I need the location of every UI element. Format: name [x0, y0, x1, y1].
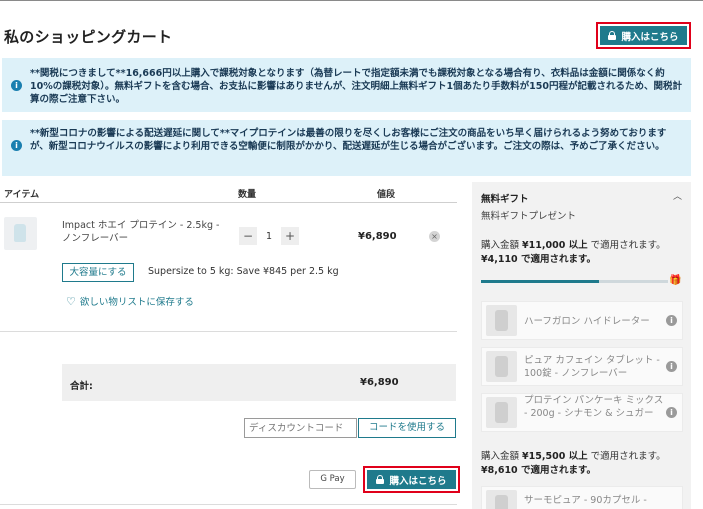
column-header-quantity: 数量 — [238, 190, 257, 200]
gift-thumbnail — [486, 305, 517, 336]
gift-item[interactable]: サーモピュア - 90カプセル - — [481, 486, 683, 509]
info-icon[interactable]: i — [666, 361, 677, 372]
customs-notice: i **関税につきまして**16,666円以上購入で課税対象となります（為替レー… — [2, 58, 691, 112]
gift-tier-2-condition: 購入金額 ¥15,500 以上 で適用されます。 ¥8,610 で適用されます。 — [481, 451, 666, 476]
google-pay-button[interactable]: G Pay — [309, 470, 356, 489]
info-icon[interactable]: i — [666, 407, 677, 418]
quantity-value[interactable]: 1 — [257, 231, 281, 242]
save-to-wishlist-link[interactable]: ♡ 欲しい物リストに保存する — [66, 294, 194, 309]
total-label: 合計: — [70, 381, 93, 392]
remove-item-icon[interactable]: × — [429, 231, 440, 242]
gift-thumbnail — [486, 351, 517, 382]
product-name[interactable]: Impact ホエイ プロテイン - 2.5kg - ノンフレーバー — [62, 219, 222, 245]
covid-notice-text: **新型コロナの影響による配送遅延に関して**マイプロテインは最善の限りを尽くし… — [30, 128, 667, 152]
checkout-button-bottom[interactable]: 購入はこちら — [363, 466, 460, 493]
info-icon: i — [11, 80, 22, 91]
gift-progress-fill — [481, 280, 599, 283]
gift-item-name: ピュア カフェイン タブレット - 100錠 - ノンフレーバー — [524, 355, 660, 379]
gift-tier-1-remaining: ¥4,110 で適用されます。 — [481, 254, 597, 265]
upsize-description: Supersize to 5 kg: Save ¥845 per 2.5 kg — [148, 266, 339, 277]
gift-tier-2-remaining: ¥8,610 で適用されます。 — [481, 465, 597, 476]
apply-discount-button[interactable]: コードを使用する — [358, 418, 456, 438]
discount-code-input[interactable] — [244, 418, 357, 438]
free-gift-title: 無料ギフト — [481, 194, 529, 205]
bottom-divider — [0, 504, 457, 505]
top-divider — [0, 0, 703, 1]
checkout-button-top[interactable]: 購入はこちら — [596, 22, 691, 49]
line-item-price: ¥6,890 — [358, 231, 397, 242]
info-icon[interactable]: i — [666, 315, 677, 326]
lock-icon — [608, 31, 617, 40]
total-value: ¥6,890 — [360, 377, 399, 388]
quantity-decrease-button[interactable]: − — [239, 227, 257, 245]
gift-item[interactable]: ピュア カフェイン タブレット - 100錠 - ノンフレーバー i — [481, 347, 683, 386]
customs-notice-text: **関税につきまして**16,666円以上購入で課税対象となります（為替レートで… — [30, 68, 682, 105]
gift-item-name: プロテイン パンケーキ ミックス - 200g - シナモン & シュガー — [524, 395, 664, 419]
wishlist-label: 欲しい物リストに保存する — [79, 297, 194, 308]
column-header-item: アイテム — [4, 190, 40, 200]
covid-notice: i **新型コロナの影響による配送遅延に関して**マイプロテインは最善の限りを尽… — [2, 120, 691, 176]
gift-icon: 🎁 — [669, 275, 682, 286]
gift-item[interactable]: プロテイン パンケーキ ミックス - 200g - シナモン & シュガー i — [481, 393, 683, 432]
upsize-button[interactable]: 大容量にする — [62, 263, 134, 282]
info-icon: i — [11, 140, 22, 151]
item-divider — [0, 331, 457, 332]
gift-tier-1-condition: 購入金額 ¥11,000 以上 で適用されます。 ¥4,110 で適用されます。 — [481, 240, 666, 265]
gift-thumbnail — [486, 397, 517, 428]
checkout-label: 購入はこちら — [621, 31, 679, 43]
header-divider — [0, 202, 457, 203]
page-title: 私のショッピングカート — [4, 28, 173, 46]
gift-item[interactable]: ハーフガロン ハイドレーター i — [481, 301, 683, 340]
chevron-up-icon[interactable]: ︿ — [673, 189, 682, 202]
gift-item-name: ハーフガロン ハイドレーター — [524, 316, 650, 327]
heart-icon: ♡ — [66, 294, 76, 308]
product-thumbnail[interactable] — [4, 217, 37, 250]
free-gift-subtitle: 無料ギフトプレゼント — [481, 211, 577, 222]
quantity-increase-button[interactable]: + — [281, 227, 299, 245]
column-header-price: 値段 — [377, 190, 396, 200]
quantity-stepper: − 1 + — [239, 226, 299, 246]
gift-item-name: サーモピュア - 90カプセル - — [524, 495, 647, 506]
checkout-label: 購入はこちら — [389, 475, 447, 487]
gift-thumbnail — [486, 490, 517, 509]
lock-icon — [376, 475, 385, 484]
